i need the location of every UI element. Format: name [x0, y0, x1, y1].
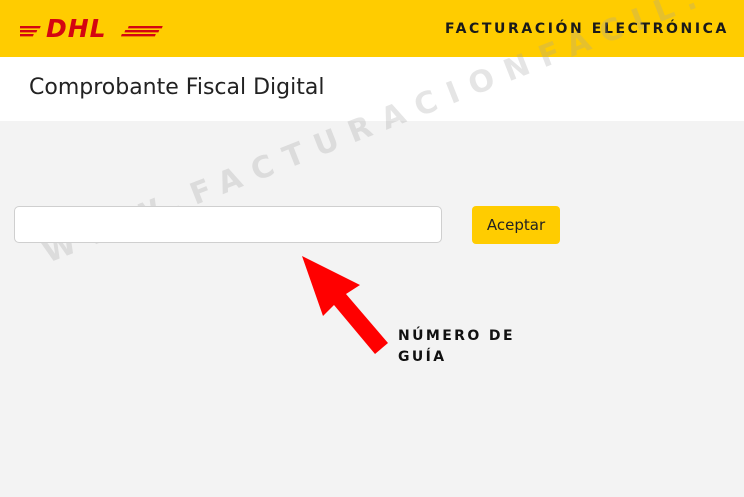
guide-number-annotation: NÚMERO DE GUÍA: [398, 328, 515, 365]
page-title: Comprobante Fiscal Digital: [29, 75, 325, 100]
pointer-arrow-icon: [302, 256, 388, 354]
header-title: FACTURACIÓN ELECTRÓNICA: [445, 21, 729, 37]
logo-text: DHL: [46, 17, 107, 39]
header-bar: DHL FACTURACIÓN ELECTRÓNICA: [0, 0, 744, 57]
dhl-logo[interactable]: DHL: [20, 17, 166, 39]
guia-number-input[interactable]: [14, 206, 442, 243]
accept-button[interactable]: Aceptar: [472, 206, 560, 244]
